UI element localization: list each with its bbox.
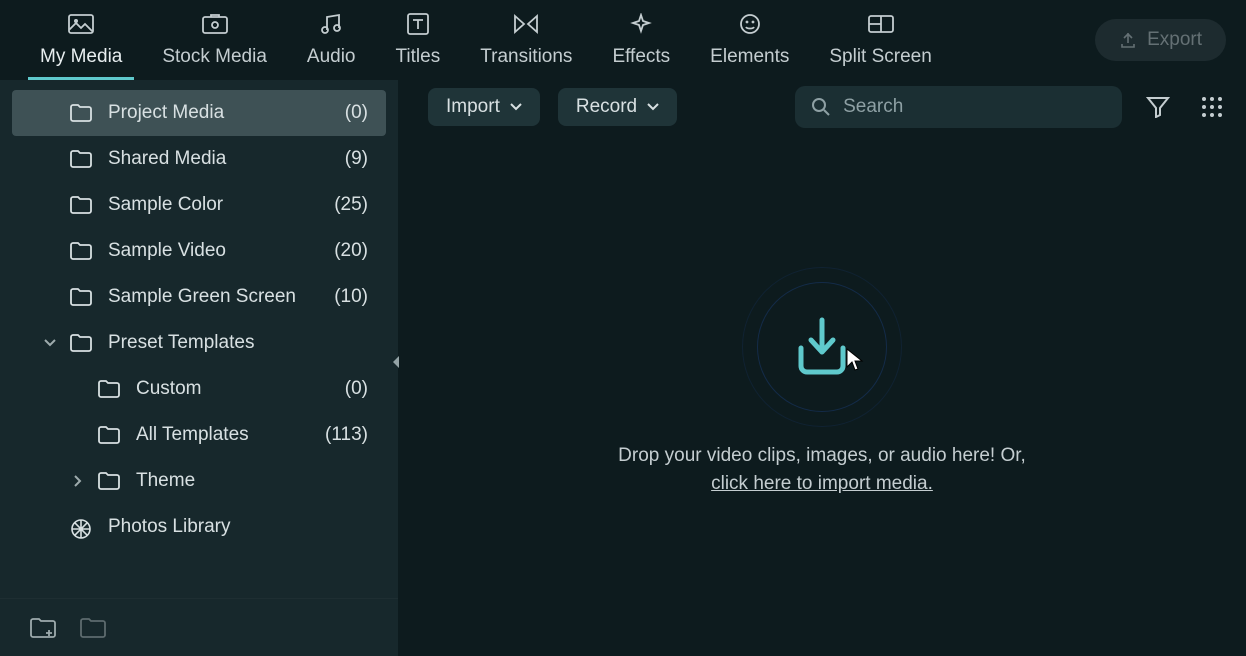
sidebar-item-label: Preset Templates — [108, 332, 368, 354]
folder-icon — [98, 472, 120, 490]
search-input[interactable] — [843, 96, 1106, 118]
top-tabs: My Media Stock Media Audio Titles — [0, 0, 1246, 80]
tab-label: Stock Media — [162, 46, 267, 68]
folder-icon — [70, 288, 92, 306]
folder-icon — [70, 196, 92, 214]
delete-folder-button[interactable] — [80, 617, 106, 639]
smiley-icon — [739, 12, 761, 36]
sidebar-item-count: (10) — [334, 286, 368, 308]
search-icon — [811, 97, 831, 117]
sidebar-item-shared-media[interactable]: Shared Media (9) — [0, 136, 398, 182]
export-icon — [1119, 31, 1137, 49]
sparkle-icon — [630, 12, 652, 36]
tab-stock-media[interactable]: Stock Media — [142, 0, 287, 80]
folder-icon — [98, 380, 120, 398]
sidebar: Project Media (0) Shared Media (9) Sampl… — [0, 80, 398, 656]
folder-icon — [70, 104, 92, 122]
media-drop-zone[interactable]: Drop your video clips, images, or audio … — [398, 134, 1246, 656]
chevron-right-icon[interactable] — [70, 473, 86, 489]
sidebar-item-sample-green-screen[interactable]: Sample Green Screen (10) — [0, 274, 398, 320]
cloud-stock-icon — [202, 12, 228, 36]
tab-label: My Media — [40, 46, 122, 68]
sidebar-item-all-templates[interactable]: All Templates (113) — [0, 412, 398, 458]
filter-button[interactable] — [1140, 89, 1176, 125]
tab-my-media[interactable]: My Media — [20, 0, 142, 80]
tab-label: Titles — [396, 46, 441, 68]
text-icon — [407, 12, 429, 36]
image-icon — [68, 12, 94, 36]
sidebar-footer — [0, 598, 398, 656]
search-input-wrap[interactable] — [795, 86, 1122, 128]
sidebar-item-preset-templates[interactable]: Preset Templates — [0, 320, 398, 366]
import-label: Import — [446, 96, 500, 118]
import-icon — [767, 292, 877, 402]
tab-transitions[interactable]: Transitions — [460, 0, 592, 80]
tab-label: Transitions — [480, 46, 572, 68]
transitions-icon — [513, 12, 539, 36]
tab-label: Elements — [710, 46, 789, 68]
sidebar-item-count: (113) — [325, 424, 368, 446]
tab-effects[interactable]: Effects — [592, 0, 690, 80]
chevron-down-icon — [647, 103, 659, 111]
sidebar-item-custom[interactable]: Custom (0) — [0, 366, 398, 412]
tab-label: Split Screen — [829, 46, 931, 68]
grid-view-button[interactable] — [1194, 89, 1230, 125]
sidebar-item-label: Photos Library — [108, 516, 368, 538]
tab-split-screen[interactable]: Split Screen — [809, 0, 951, 80]
sidebar-item-label: Theme — [136, 470, 368, 492]
record-label: Record — [576, 96, 637, 118]
folder-icon — [70, 242, 92, 260]
sidebar-item-photos-library[interactable]: Photos Library — [0, 504, 398, 550]
music-icon — [320, 12, 342, 36]
tab-elements[interactable]: Elements — [690, 0, 809, 80]
drop-zone-text: Drop your video clips, images, or audio … — [618, 442, 1026, 499]
collapse-sidebar-handle[interactable] — [390, 354, 402, 370]
chevron-down-icon[interactable] — [42, 335, 58, 351]
sidebar-item-sample-video[interactable]: Sample Video (20) — [0, 228, 398, 274]
sidebar-item-label: Sample Green Screen — [108, 286, 318, 308]
record-dropdown[interactable]: Record — [558, 88, 677, 126]
new-folder-button[interactable] — [30, 617, 56, 639]
folder-icon — [98, 426, 120, 444]
content-area: Import Record — [398, 80, 1246, 656]
export-button[interactable]: Export — [1095, 19, 1226, 61]
sidebar-item-sample-color[interactable]: Sample Color (25) — [0, 182, 398, 228]
tab-titles[interactable]: Titles — [376, 0, 461, 80]
sidebar-item-count: (25) — [334, 194, 368, 216]
photos-library-icon — [70, 518, 92, 536]
sidebar-item-label: Sample Video — [108, 240, 318, 262]
folder-icon — [70, 150, 92, 168]
sidebar-item-count: (9) — [345, 148, 368, 170]
sidebar-item-project-media[interactable]: Project Media (0) — [12, 90, 386, 136]
tab-label: Audio — [307, 46, 356, 68]
sidebar-item-count: (0) — [345, 102, 368, 124]
chevron-down-icon — [510, 103, 522, 111]
sidebar-item-label: Custom — [136, 378, 329, 400]
content-toolbar: Import Record — [398, 80, 1246, 134]
sidebar-item-label: Sample Color — [108, 194, 318, 216]
folder-icon — [70, 334, 92, 352]
sidebar-list: Project Media (0) Shared Media (9) Sampl… — [0, 80, 398, 598]
sidebar-item-theme[interactable]: Theme — [0, 458, 398, 504]
sidebar-item-label: All Templates — [136, 424, 309, 446]
drop-zone-line: Drop your video clips, images, or audio … — [618, 442, 1026, 471]
import-media-link[interactable]: click here to import media. — [711, 473, 933, 494]
export-label: Export — [1147, 29, 1202, 51]
tab-audio[interactable]: Audio — [287, 0, 376, 80]
sidebar-item-count: (0) — [345, 378, 368, 400]
split-icon — [868, 12, 894, 36]
tab-label: Effects — [612, 46, 670, 68]
sidebar-item-count: (20) — [334, 240, 368, 262]
sidebar-item-label: Project Media — [108, 102, 329, 124]
sidebar-item-label: Shared Media — [108, 148, 329, 170]
import-dropdown[interactable]: Import — [428, 88, 540, 126]
cursor-icon — [845, 347, 865, 371]
